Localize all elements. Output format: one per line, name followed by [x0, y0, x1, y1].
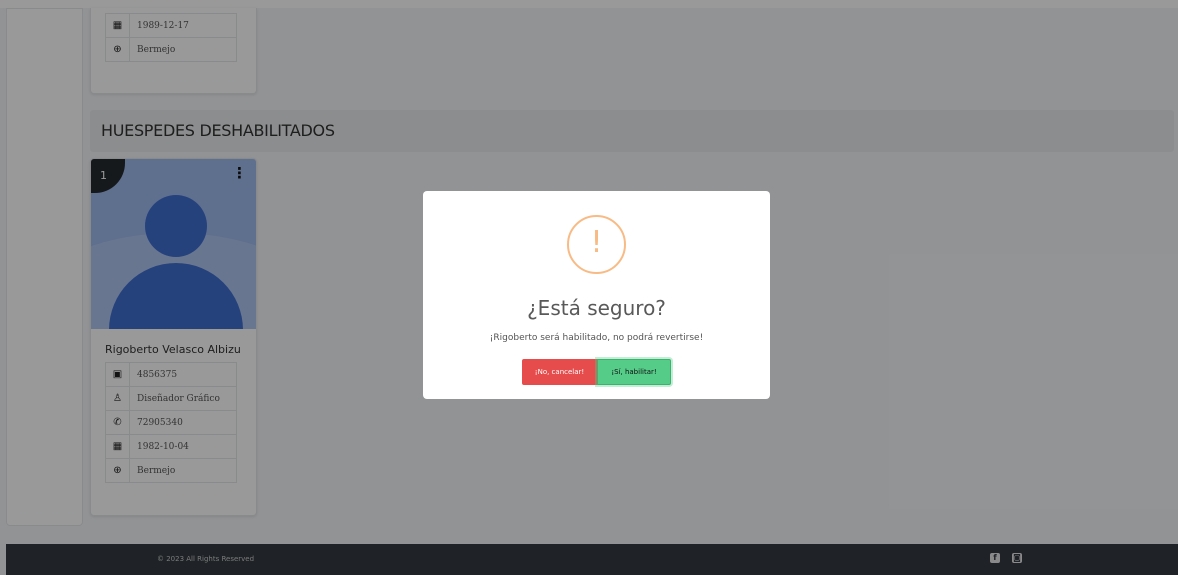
confirm-enable-button[interactable]: ¡Sí, habilitar! [597, 359, 671, 385]
warning-icon: ! [567, 215, 626, 274]
confirm-dialog: ! ¿Está seguro? ¡Rigoberto será habilita… [423, 191, 770, 399]
warning-mark: ! [590, 225, 603, 260]
cancel-button[interactable]: ¡No, cancelar! [522, 359, 597, 385]
dialog-message: ¡Rigoberto será habilitado, no podrá rev… [489, 333, 704, 343]
dialog-title: ¿Está seguro? [527, 296, 666, 320]
